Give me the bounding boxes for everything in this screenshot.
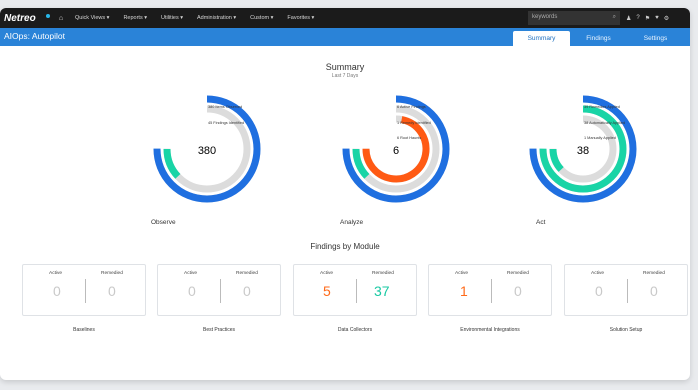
module-name: Best Practices	[203, 327, 235, 333]
active-label: Active	[455, 271, 469, 276]
module-card-baselines[interactable]: Active Remedied 0 0	[22, 264, 146, 316]
nav-utilities[interactable]: Utilities ▾	[154, 15, 190, 21]
flag-icon[interactable]: ⚑	[645, 15, 650, 22]
active-label: Active	[49, 271, 63, 276]
home-icon[interactable]: ⌂	[54, 15, 68, 22]
summary-subtitle: Last 7 Days	[331, 73, 359, 79]
search-placeholder: keywords	[532, 14, 558, 20]
act-label: Act	[536, 219, 546, 226]
gear-icon[interactable]: ⚙	[664, 15, 669, 22]
analyze-annotation: 1 Remedy Identified	[397, 121, 431, 125]
card-divider	[85, 279, 86, 303]
card-divider	[627, 279, 628, 303]
act-center-value: 38	[576, 145, 590, 157]
nav-reports[interactable]: Reports ▾	[116, 15, 154, 21]
summary-title: Summary	[325, 62, 365, 72]
act-annotation: 38 Automatically Applied	[584, 121, 626, 125]
remedied-count: 0	[514, 283, 522, 299]
nav-quick-views[interactable]: Quick Views ▾	[68, 15, 116, 21]
user-icon[interactable]: ♟	[626, 15, 631, 22]
observe-center-value: 380	[197, 145, 217, 157]
analyze-label: Analyze	[340, 219, 364, 226]
remedied-label: Remedied	[643, 271, 665, 276]
active-label: Active	[184, 271, 198, 276]
module-card-best-practices[interactable]: Active Remedied 0 0	[157, 264, 281, 316]
findings-by-module-title: Findings by Module	[310, 242, 380, 251]
card-divider	[491, 279, 492, 303]
module-card-solution-setup[interactable]: Active Remedied 0 0	[564, 264, 688, 316]
act-annotation: 1 Manually Applied	[584, 136, 616, 140]
heart-icon[interactable]: ♥	[655, 15, 659, 22]
nav-icon-group: ♟ ? ⚑ ♥ ⚙	[620, 15, 690, 22]
nav-favorites[interactable]: Favorites ▾	[280, 15, 321, 21]
tab-findings[interactable]: Findings	[570, 31, 627, 46]
nav-administration[interactable]: Administration ▾	[190, 15, 243, 21]
module-name: Baselines	[73, 327, 95, 333]
help-icon[interactable]: ?	[636, 15, 639, 22]
module-card-data-collectors[interactable]: Active Remedied 5 37	[293, 264, 417, 316]
remedied-count: 0	[108, 283, 116, 299]
active-label: Active	[591, 271, 605, 276]
observe-annotation: 380 Items Observed	[208, 105, 243, 109]
active-count: 0	[53, 283, 61, 299]
active-count: 0	[188, 283, 196, 299]
netreo-logo[interactable]: Netreo	[0, 13, 54, 24]
tab-summary[interactable]: Summary	[513, 31, 570, 46]
remedied-count: 0	[650, 283, 658, 299]
top-navigation: Netreo ⌂ Quick Views ▾ Reports ▾ Utiliti…	[0, 8, 690, 28]
active-count: 1	[460, 283, 468, 299]
card-divider	[356, 279, 357, 303]
observe-annotation: 45 Findings Identified	[208, 121, 245, 125]
active-label: Active	[320, 271, 334, 276]
remedied-label: Remedied	[101, 271, 123, 276]
analyze-annotation: 6 Root Haunts	[397, 136, 422, 140]
remedied-count: 0	[243, 283, 251, 299]
tab-settings[interactable]: Settings	[627, 31, 684, 46]
module-name: Data Collectors	[337, 327, 373, 333]
app-window: Netreo ⌂ Quick Views ▾ Reports ▾ Utiliti…	[0, 8, 690, 380]
search-icon[interactable]: ⌕	[613, 14, 616, 22]
card-divider	[220, 279, 221, 303]
act-annotation: 39 Remedies Applied	[584, 105, 620, 109]
analyze-center-value: 6	[392, 145, 400, 157]
remedied-label: Remedied	[372, 271, 394, 276]
analyze-annotation: 6 Active Findings	[397, 105, 426, 109]
active-count: 5	[323, 283, 331, 299]
observe-label: Observe	[151, 219, 176, 226]
summary-header: Summary Last 7 Days	[0, 62, 690, 79]
remedied-count: 37	[374, 283, 390, 299]
remedied-label: Remedied	[507, 271, 529, 276]
search-input[interactable]: keywords ⌕	[528, 11, 620, 25]
remedied-label: Remedied	[236, 271, 258, 276]
module-name: Environmental Integrations	[460, 327, 520, 333]
module-card-environmental-integrations[interactable]: Active Remedied 1 0	[428, 264, 552, 316]
tab-bar: Summary Findings Settings	[513, 31, 684, 46]
nav-custom[interactable]: Custom ▾	[243, 15, 280, 21]
page-title: AIOps: Autopilot	[4, 31, 65, 41]
module-name: Solution Setup	[609, 327, 643, 333]
page-header-bar: AIOps: Autopilot Summary Findings Settin…	[0, 28, 690, 46]
active-count: 0	[595, 283, 603, 299]
